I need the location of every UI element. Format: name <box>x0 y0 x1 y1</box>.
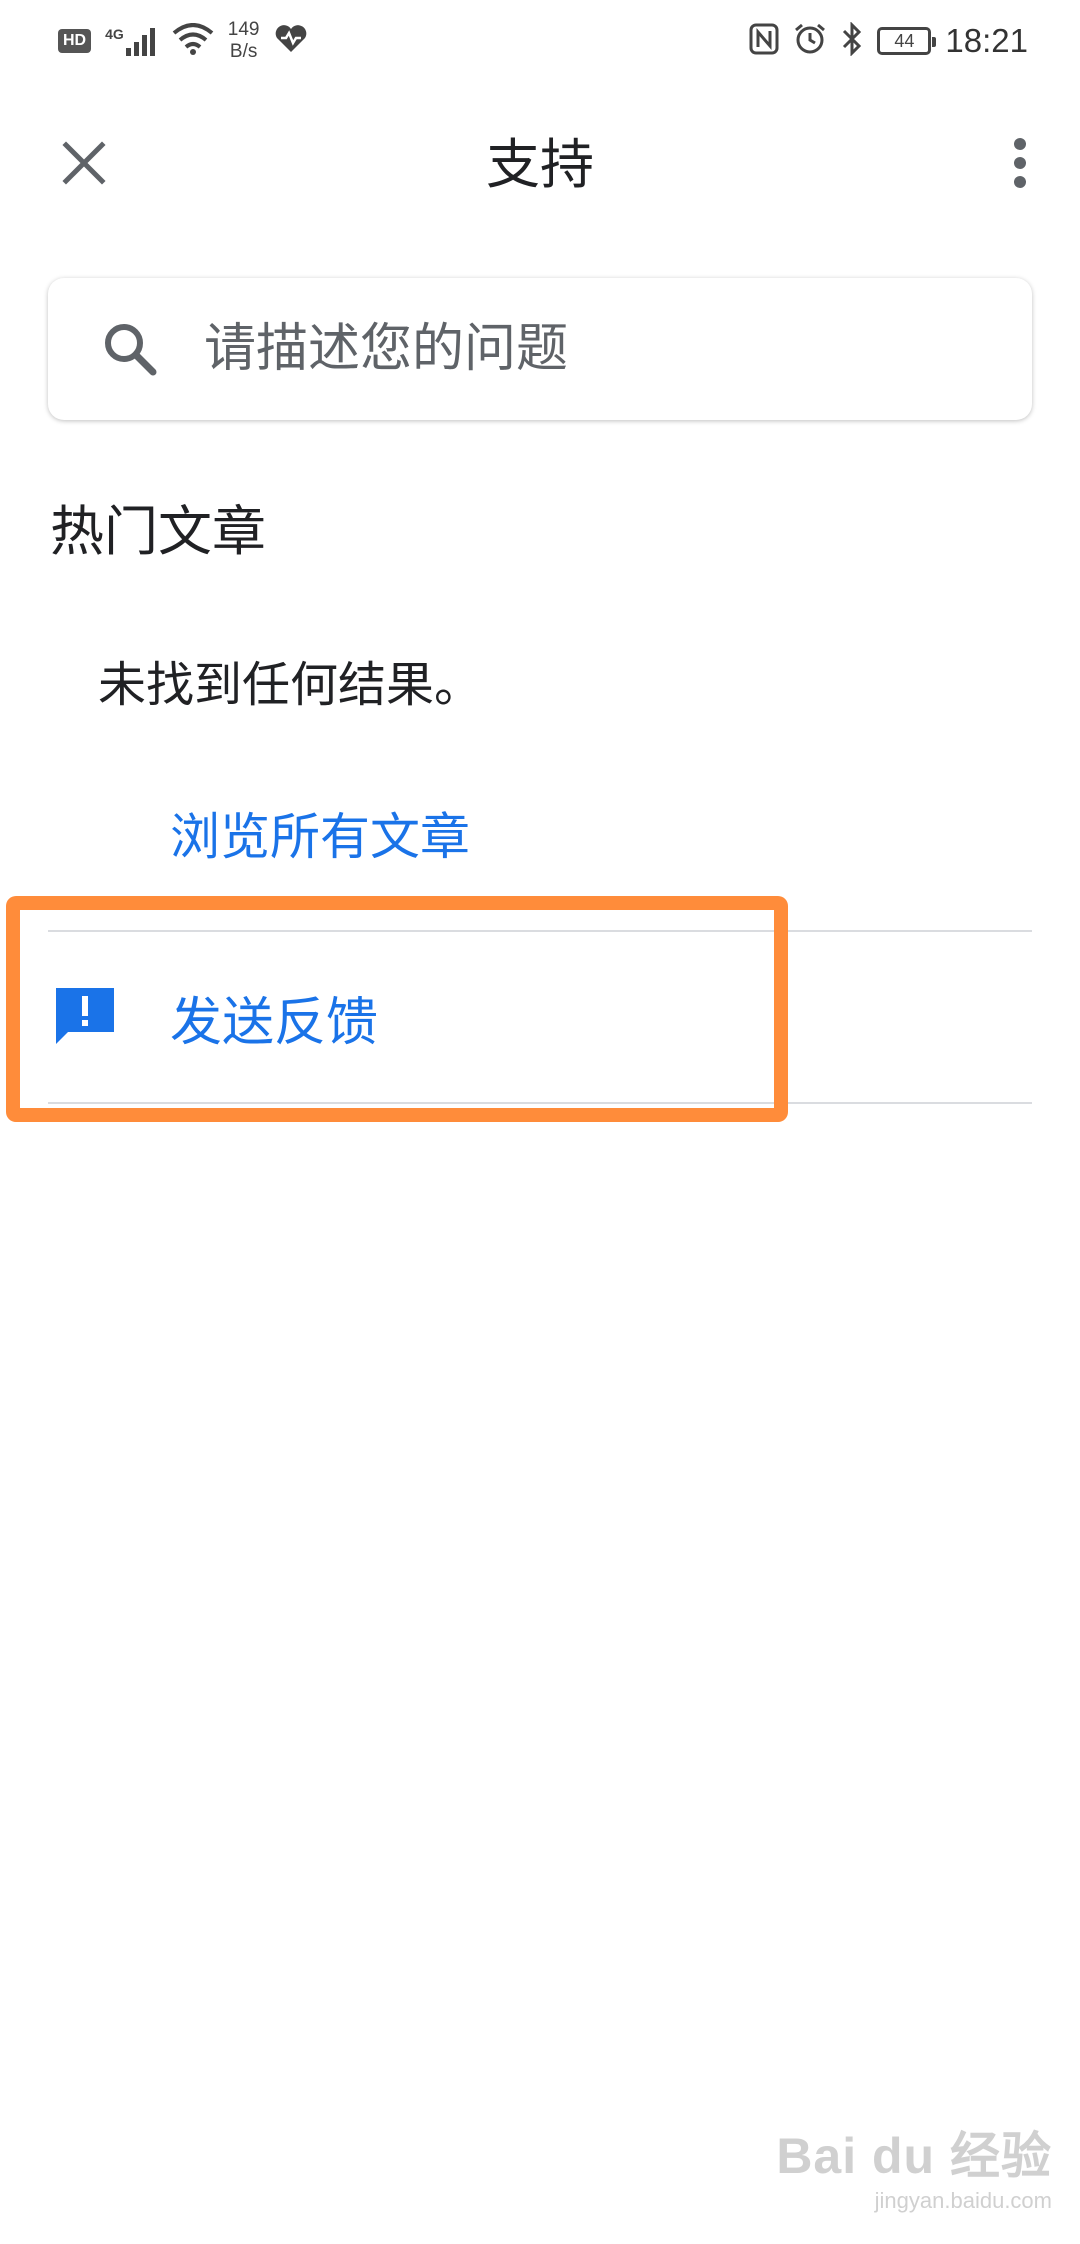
wifi-icon <box>172 23 214 59</box>
nfc-icon <box>749 23 779 59</box>
top-app-bar: 支持 <box>0 100 1080 230</box>
baidu-watermark: Bai du 经验 jingyan.baidu.com <box>776 2116 1052 2214</box>
more-vert-icon <box>1012 137 1028 193</box>
watermark-brand: Bai du 经验 <box>776 2128 1052 2184</box>
popular-articles-heading: 热门文章 <box>50 500 266 563</box>
send-feedback-item[interactable]: 发送反馈 <box>48 932 1032 1102</box>
status-bar: HD 4G 149 B/s 44 18:21 <box>0 0 1080 80</box>
divider-bottom <box>48 1102 1032 1104</box>
browse-all-articles-link[interactable]: 浏览所有文章 <box>170 804 470 870</box>
page-title: 支持 <box>486 133 594 196</box>
no-results-message: 未找到任何结果。 <box>98 657 483 713</box>
network-speed: 149 B/s <box>228 19 260 63</box>
status-time: 18:21 <box>945 22 1028 59</box>
close-icon <box>60 139 108 191</box>
hd-icon: HD <box>58 29 92 53</box>
cellular-signal-icon: 4G <box>105 26 158 56</box>
health-heart-icon <box>274 24 308 58</box>
watermark-url: jingyan.baidu.com <box>874 2188 1052 2213</box>
bluetooth-icon <box>841 21 863 60</box>
search-box[interactable] <box>48 278 1032 420</box>
network-type: 4G <box>105 26 124 42</box>
network-speed-unit: B/s <box>229 41 258 62</box>
search-input[interactable] <box>204 319 1032 379</box>
more-options-button[interactable] <box>980 125 1060 205</box>
status-bar-right: 44 18:21 <box>749 16 1028 66</box>
status-bar-left: HD 4G 149 B/s <box>58 16 308 66</box>
alarm-icon <box>793 23 827 59</box>
search-icon <box>100 319 160 379</box>
send-feedback-label: 发送反馈 <box>170 992 379 1053</box>
close-button[interactable] <box>44 125 124 205</box>
feedback-icon <box>52 984 118 1050</box>
battery-icon: 44 <box>877 27 937 55</box>
network-speed-value: 149 <box>227 19 260 40</box>
